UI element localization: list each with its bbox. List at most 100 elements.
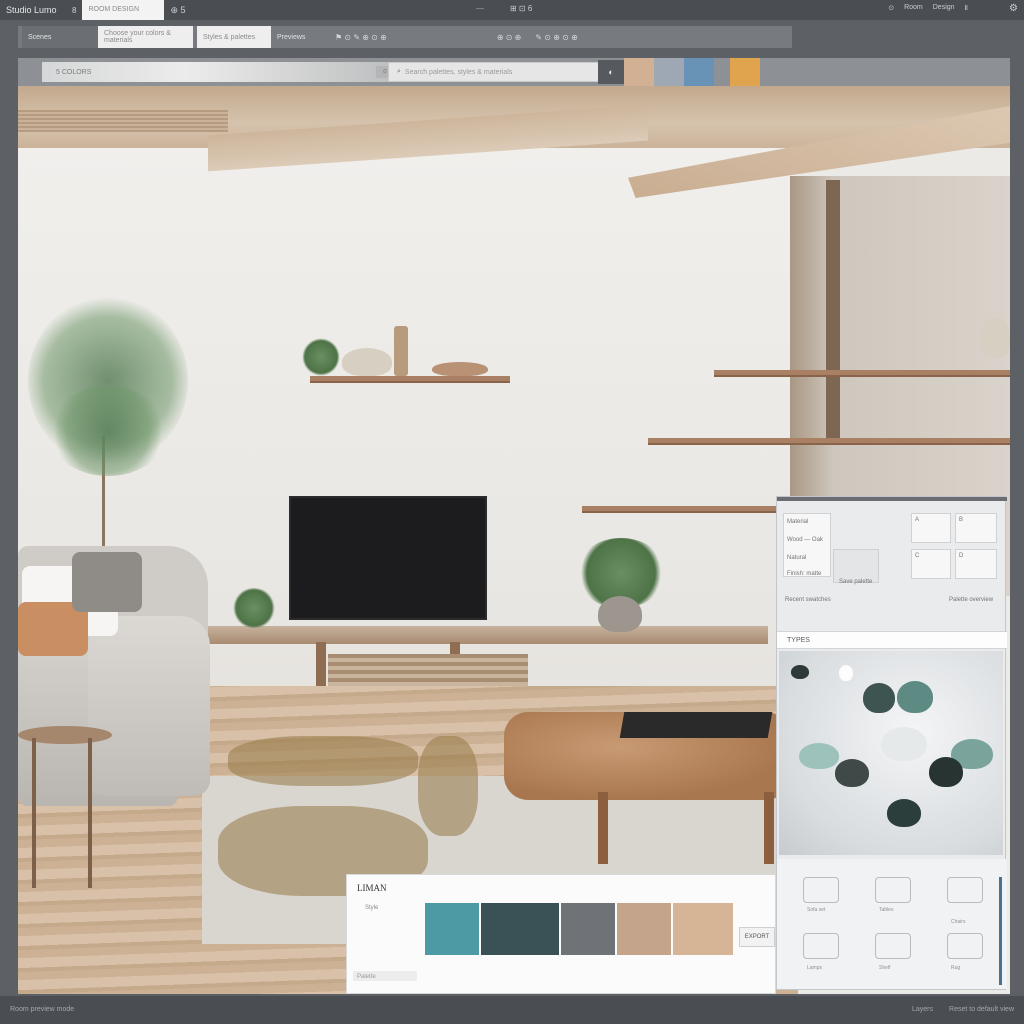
inspector-scrollbar[interactable] (999, 877, 1002, 985)
shelf-jar (980, 318, 1010, 358)
material-row: Material (787, 519, 809, 525)
furniture-thumbnail[interactable] (875, 877, 911, 903)
ottoman-leg (598, 792, 608, 864)
palette-swatch[interactable] (730, 58, 760, 86)
menu-design[interactable]: Design (933, 4, 955, 12)
corner-shelf (582, 506, 778, 513)
color-chip[interactable] (863, 683, 895, 713)
toolbar-edit-icon[interactable]: ⊕ ⊙ ⊕ (497, 33, 522, 42)
tab-colors-materials[interactable]: Choose your colors & materials (98, 26, 193, 48)
palette-title: LIMAN (357, 883, 387, 893)
furniture-thumbnail[interactable] (875, 933, 911, 959)
tab-types[interactable]: TYPES (777, 631, 1007, 649)
wood-post (826, 180, 840, 440)
furniture-label: Shelf (879, 965, 891, 971)
ottoman-tray (619, 712, 773, 738)
shelf-sculpture (432, 362, 488, 376)
save-palette-link[interactable]: Save palette (839, 579, 872, 585)
material-row: Natural (787, 555, 807, 561)
furniture-label: Chairs (951, 919, 966, 925)
palette-color-swatch[interactable] (673, 903, 733, 955)
furniture-thumbnail[interactable] (947, 877, 983, 903)
tab-styles-palettes[interactable]: Styles & palettes (197, 26, 271, 48)
color-chip[interactable] (799, 743, 839, 769)
color-cluster-view[interactable] (779, 651, 1003, 855)
color-chip[interactable] (929, 757, 963, 787)
color-chip[interactable] (881, 727, 927, 761)
title-center-indicator: — (476, 4, 484, 13)
palette-card: LIMAN Style EXPORT Palette (346, 874, 776, 994)
inspector-footer-right[interactable]: Palette overview (949, 597, 993, 603)
color-count-label: 5 COLORS (56, 68, 92, 76)
contrast-toggle-icon[interactable]: ◐ (598, 60, 624, 84)
furniture-thumbnail[interactable] (803, 877, 839, 903)
tab-actions-icon[interactable]: ⊕ 5 (170, 5, 185, 16)
document-tab[interactable]: ROOM DESIGN (82, 0, 165, 20)
shelf-bowl (342, 348, 392, 376)
tv-console (208, 626, 768, 644)
account-icon[interactable]: ⊙ (888, 4, 894, 12)
toolbar-extra-icon[interactable]: ✎ ⊙ ⊕ ⊙ ⊕ (535, 33, 577, 42)
color-count-field[interactable]: 5 COLORS ⊙ (42, 62, 400, 82)
sofa-arm (88, 616, 210, 796)
inspector-footer-left: Recent swatches (785, 597, 831, 603)
status-text: Room preview mode (10, 1006, 75, 1013)
material-preview[interactable] (833, 549, 879, 583)
furniture-label: Sofa set (807, 907, 826, 913)
style-thumbnail-label: Style (365, 905, 379, 911)
view-controls-icon[interactable]: ⊞ ⊡ 6 (510, 4, 532, 13)
toolbar-tools-icon[interactable]: ⚑ ⊙ ✎ ⊕ ⊙ ⊕ (335, 33, 387, 42)
title-bar: Studio Lumo 8 ROOM DESIGN ⊕ 5 — ⊞ ⊡ 6 ⊙ … (0, 0, 1024, 20)
plant-pot (598, 596, 642, 632)
shelf-vase (394, 326, 408, 376)
furniture-label: Lamps (807, 965, 823, 971)
material-inspector: Material Wood — Oak Natural Finish: matt… (776, 496, 1007, 990)
color-chip[interactable] (835, 759, 869, 787)
palette-swatch[interactable] (624, 58, 654, 86)
furniture-library: Sofa set Tables Chairs Lamps Shelf Rug (777, 859, 1007, 989)
television (289, 496, 487, 620)
palette-color-swatch[interactable] (425, 903, 479, 955)
corner-shelf (648, 438, 1010, 445)
material-row: Wood — Oak (787, 537, 823, 543)
color-chip[interactable] (839, 665, 853, 681)
corner-shelf (714, 370, 1010, 377)
side-table-leg (88, 738, 92, 888)
palette-footer: Palette (353, 971, 417, 981)
export-button[interactable]: EXPORT (739, 927, 775, 947)
color-chip[interactable] (897, 681, 933, 713)
search-field[interactable]: ⌕ Search palettes, styles & materials (388, 62, 600, 82)
menu-room[interactable]: Room (904, 4, 923, 12)
search-input[interactable]: Search palettes, styles & materials (405, 69, 512, 76)
swatch-label: D (959, 553, 964, 559)
palette-color-swatch[interactable] (617, 903, 671, 955)
palette-swatch[interactable] (654, 58, 684, 86)
furniture-thumbnail[interactable] (947, 933, 983, 959)
tab-previews[interactable]: Previews (271, 26, 321, 48)
gear-icon[interactable]: ⚙ (1009, 3, 1018, 14)
status-bar: Room preview mode Layers Reset to defaul… (0, 996, 1024, 1024)
palette-color-swatch[interactable] (481, 903, 559, 955)
tab-scenes[interactable]: Scenes (22, 26, 98, 48)
shelf-plant (302, 338, 340, 376)
ceiling-slats (18, 110, 228, 132)
console-shelf (328, 654, 528, 690)
rug-pattern (418, 736, 478, 836)
ottoman-leg (764, 792, 774, 864)
palette-color-swatch[interactable] (561, 903, 615, 955)
title-chip[interactable]: 8 (72, 6, 76, 15)
main-toolbar: Scenes Choose your colors & materials St… (18, 26, 792, 48)
color-chip[interactable] (791, 665, 809, 679)
color-chip[interactable] (887, 799, 921, 827)
search-icon: ⌕ (397, 68, 401, 75)
layout-icon[interactable]: Ⅱ (965, 4, 968, 12)
layers-button[interactable]: Layers (912, 1006, 933, 1013)
inspector-header (777, 497, 1007, 501)
rug-pattern (228, 736, 418, 786)
reset-view-button[interactable]: Reset to default view (949, 1006, 1014, 1013)
status-actions: Layers Reset to default view (912, 1006, 1014, 1013)
furniture-thumbnail[interactable] (803, 933, 839, 959)
style-thumbnail[interactable]: Style (365, 905, 425, 953)
swatch-label: B (959, 517, 964, 523)
palette-swatch[interactable] (684, 58, 714, 86)
